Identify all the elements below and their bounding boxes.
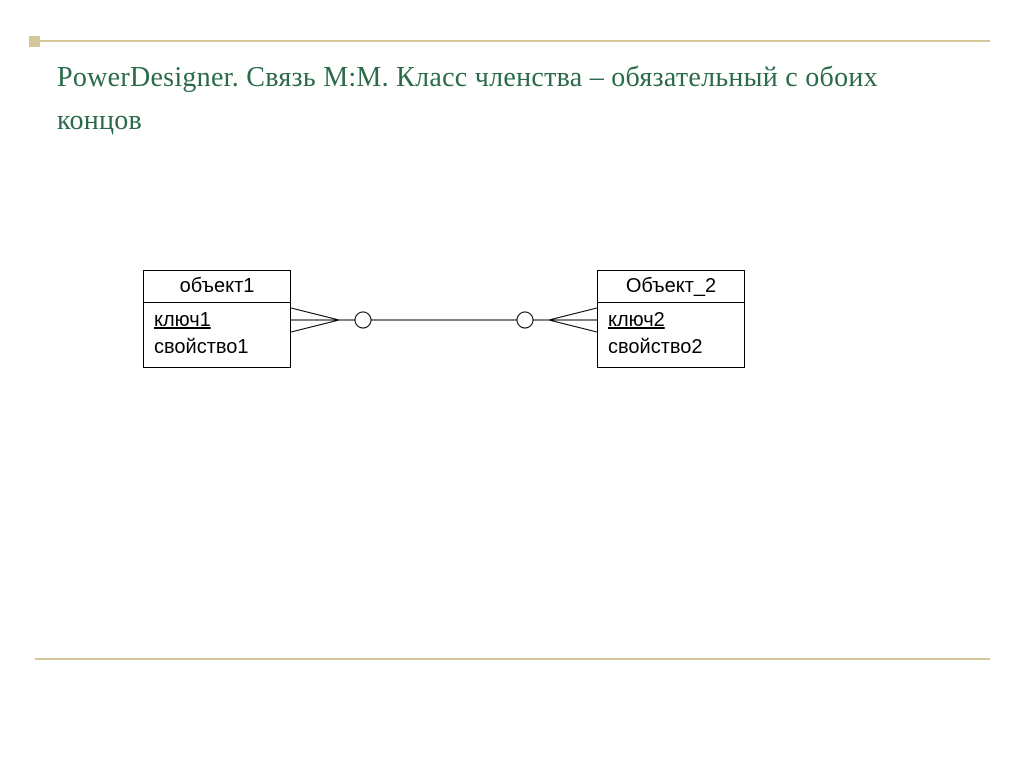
entity1-attr: свойство1 bbox=[154, 334, 280, 361]
slide-frame: PowerDesigner. Связь M:M. Класс членства… bbox=[35, 40, 990, 660]
relationship-connector bbox=[291, 270, 597, 390]
entity1-pk: ключ1 bbox=[154, 307, 280, 334]
accent-square bbox=[29, 36, 40, 47]
er-diagram: объект1 ключ1 свойство1 Объект_2 ключ2 с… bbox=[143, 270, 823, 420]
entity1-name: объект1 bbox=[144, 271, 290, 303]
entity2-pk: ключ2 bbox=[608, 307, 734, 334]
entity2-attr: свойство2 bbox=[608, 334, 734, 361]
entity-object2: Объект_2 ключ2 свойство2 bbox=[597, 270, 745, 368]
slide-title: PowerDesigner. Связь M:M. Класс членства… bbox=[35, 56, 990, 143]
entity-object1: объект1 ключ1 свойство1 bbox=[143, 270, 291, 368]
entity2-attributes: ключ2 свойство2 bbox=[598, 303, 744, 367]
entity1-attributes: ключ1 свойство1 bbox=[144, 303, 290, 367]
entity2-name: Объект_2 bbox=[598, 271, 744, 303]
